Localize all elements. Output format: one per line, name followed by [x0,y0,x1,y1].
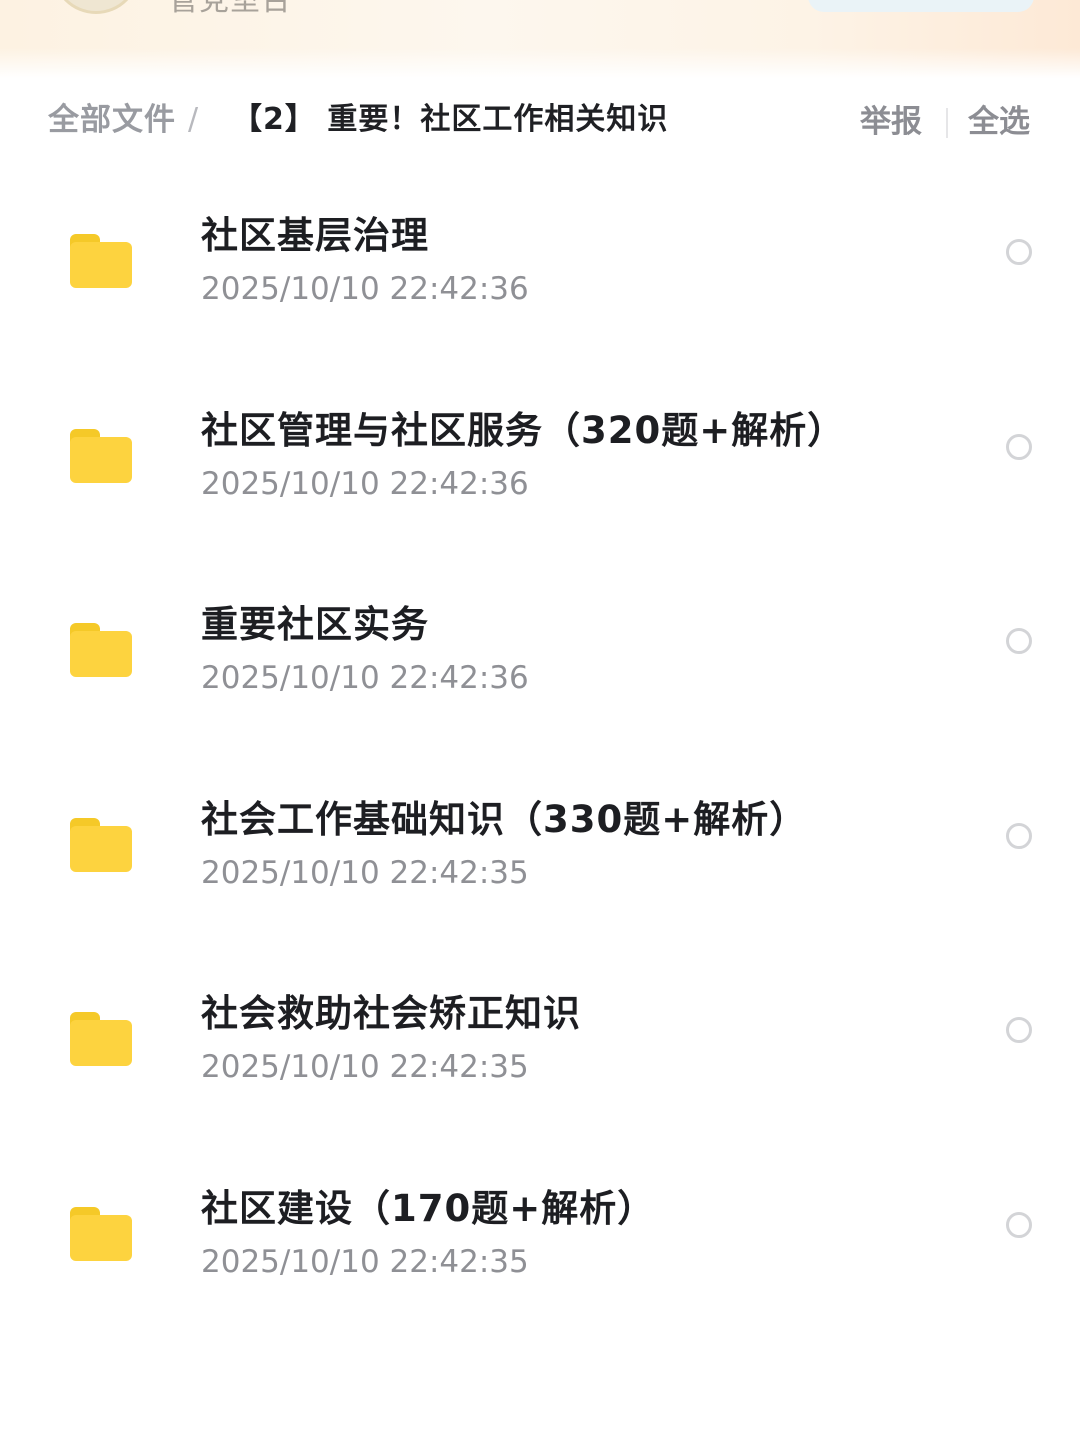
file-time: 2025/10/10 22:42:36 [201,271,529,307]
list-item[interactable]: 社区基层治理 2025/10/10 22:42:36 [0,194,1080,389]
select-checkbox[interactable] [1006,1211,1032,1238]
breadcrumb-current: 【2】 重要！社区工作相关知识 [232,102,669,137]
list-item[interactable]: 社区管理与社区服务（320题+解析） 2025/10/10 22:42:36 [0,389,1080,584]
breadcrumb-root[interactable]: 全部文件 [48,100,176,140]
folder-icon [70,1012,132,1068]
report-button[interactable]: 举报 [860,102,922,142]
file-time: 2025/10/10 22:42:35 [201,854,529,891]
file-time: 2025/10/10 22:42:36 [201,660,529,697]
file-time: 2025/10/10 22:42:35 [201,1243,529,1280]
folder-icon [70,1206,132,1263]
file-name: 社区基层治理 [201,214,429,257]
file-share-page: 管党室台 全部文件 / 【2】 重要！社区工作相关知识 举报 全选 社区基层治理… [0,0,1080,1438]
avatar[interactable] [52,0,140,14]
folder-icon [70,428,132,485]
select-checkbox[interactable] [1006,822,1032,849]
file-list: 社区基层治理 2025/10/10 22:42:36 社区管理与社区服务（320… [0,194,1080,1362]
select-checkbox[interactable] [1006,239,1032,265]
select-checkbox[interactable] [1006,1017,1032,1044]
owner-name: 管党室台 [168,0,292,18]
folder-icon [70,234,132,290]
list-item[interactable]: 社会工作基础知识（330题+解析） 2025/10/10 22:42:35 [0,778,1080,973]
select-all-button[interactable]: 全选 [968,102,1030,142]
breadcrumb-separator: / [188,102,199,137]
select-checkbox[interactable] [1006,628,1032,655]
folder-icon [70,623,132,679]
file-name: 社区管理与社区服务（320题+解析） [201,408,846,452]
file-name: 社区建设（170题+解析） [201,1186,656,1230]
list-item[interactable]: 社会救助社会矫正知识 2025/10/10 22:42:35 [0,972,1080,1167]
file-name: 社会救助社会矫正知识 [201,992,581,1036]
breadcrumb-bar: 全部文件 / 【2】 重要！社区工作相关知识 举报 全选 [0,90,1080,150]
header-strip: 管党室台 [0,0,1080,78]
file-time: 2025/10/10 22:42:36 [201,465,529,502]
action-divider [946,108,948,138]
file-time: 2025/10/10 22:42:35 [201,1049,529,1086]
list-item[interactable]: 重要社区实务 2025/10/10 22:42:36 [0,583,1080,778]
folder-icon [70,817,132,874]
header-action-button[interactable] [808,0,1034,12]
file-name: 社会工作基础知识（330题+解析） [201,797,808,841]
file-name: 重要社区实务 [201,603,429,647]
list-item[interactable]: 社区建设（170题+解析） 2025/10/10 22:42:35 [0,1167,1080,1362]
select-checkbox[interactable] [1006,433,1032,460]
